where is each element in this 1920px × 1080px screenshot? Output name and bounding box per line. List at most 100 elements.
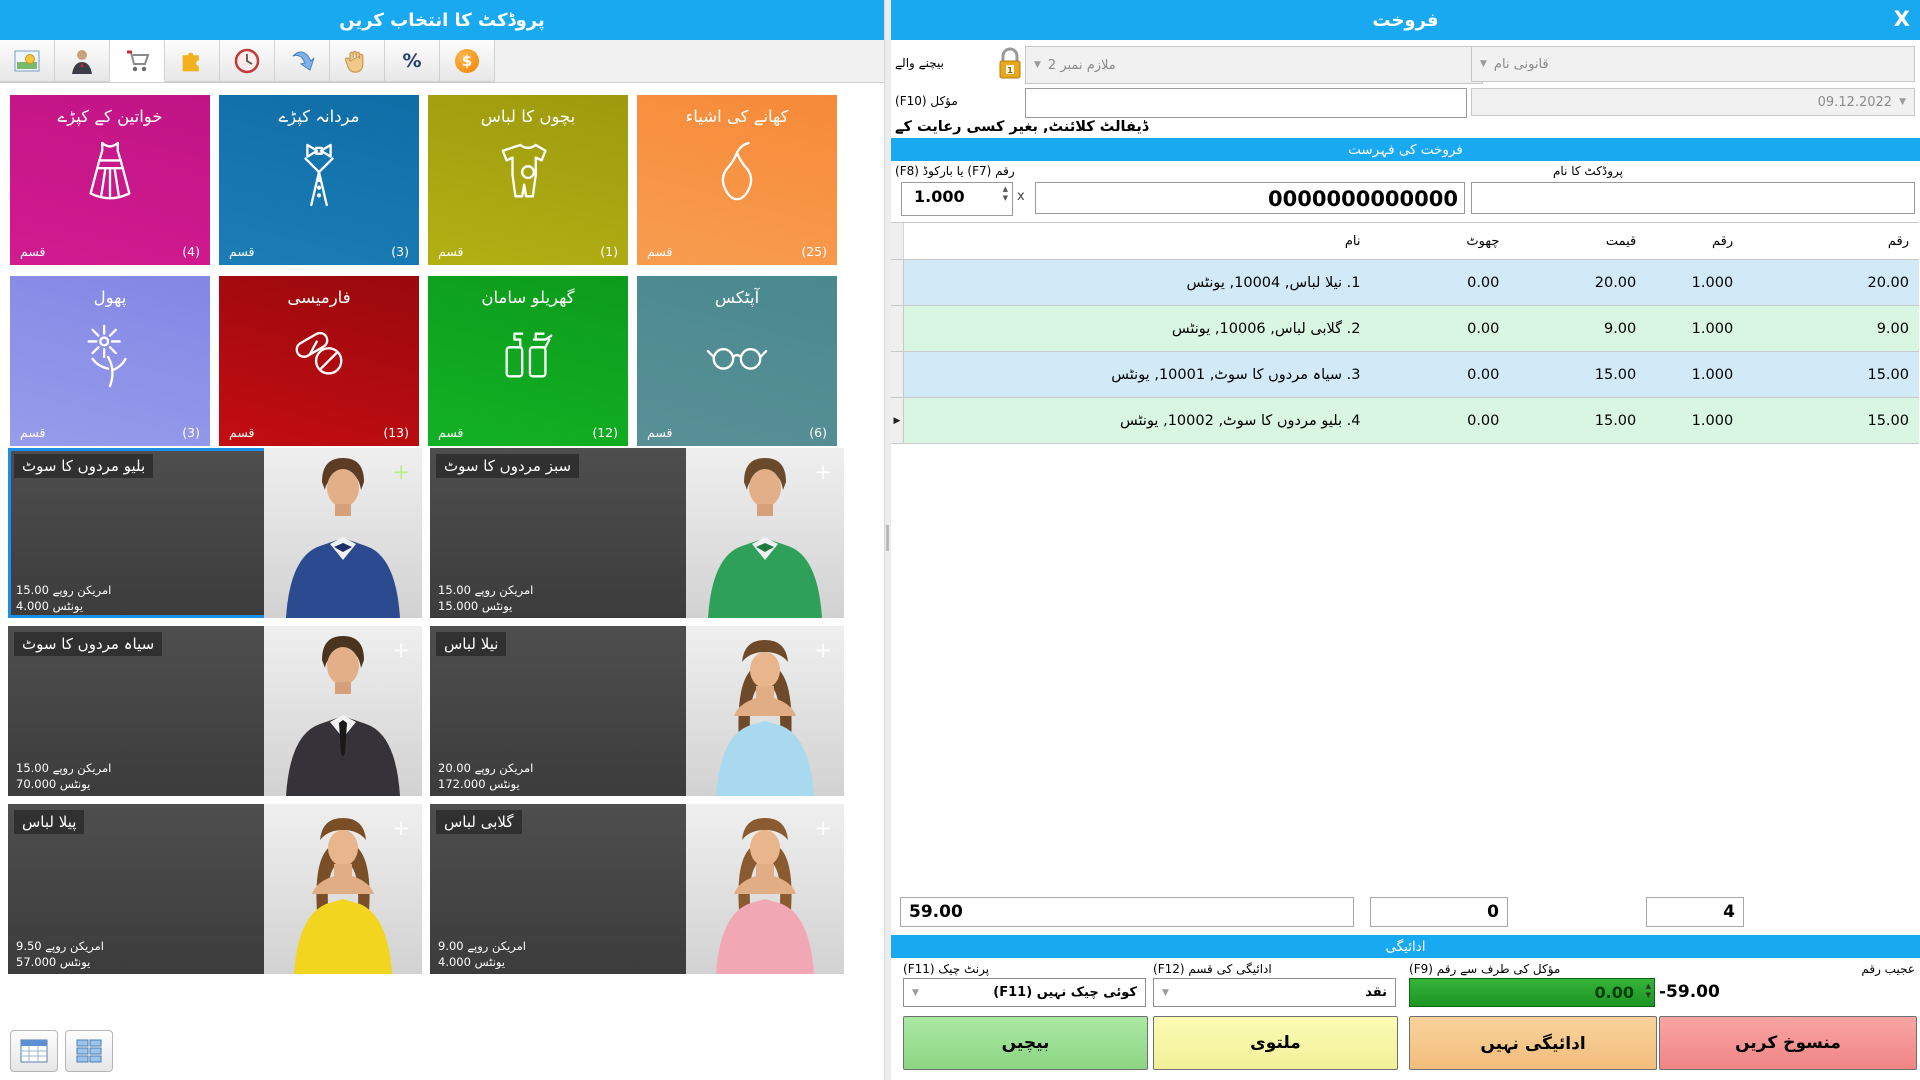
spinner-up-icon[interactable]: ▲	[1003, 186, 1008, 193]
customer-amount-input[interactable]: 0.00 ▲ ▼	[1409, 978, 1655, 1007]
category-tile-womens-clothes[interactable]: خواتین کے کپڑے قسم (4)	[10, 95, 210, 265]
product-tile-green-mens-suit[interactable]: سبز مردوں کا سوٹ + امریکن روپے 15.00 یون…	[430, 448, 844, 618]
cell-qty: 1.000	[1691, 412, 1734, 429]
left-toolbar: % $	[0, 40, 884, 83]
add-product-icon[interactable]: +	[392, 462, 410, 483]
category-tile-flowers[interactable]: پھول قسم (3)	[10, 276, 210, 446]
date-value: 09.12.2022	[1817, 94, 1893, 110]
category-title: مردانہ کپڑے	[278, 107, 360, 126]
add-product-icon[interactable]: +	[392, 640, 410, 661]
dress-icon	[79, 139, 141, 215]
returns-tab-button[interactable]	[275, 40, 330, 82]
quantity-stepper[interactable]: 1.000 ▲ ▼	[901, 182, 1013, 216]
table-row[interactable]: 1. نیلا لباس, 10004, یونٹس 0.00 20.00 1.…	[891, 260, 1919, 306]
payment-type-combo[interactable]: ▼ نقد	[1153, 978, 1396, 1007]
client-input[interactable]	[1025, 88, 1467, 118]
time-tab-button[interactable]	[220, 40, 275, 82]
hand-icon	[345, 50, 364, 73]
product-name-input[interactable]	[1471, 182, 1915, 214]
product-name-label: پروڈکٹ کا نام	[1553, 164, 1624, 178]
product-selection-panel: پروڈکٹ کا انتخاب کریں % $ خواتین کے کپڑے…	[0, 0, 884, 1080]
total-quantity: 4	[1723, 902, 1735, 922]
current-row-marker: ▶	[891, 398, 904, 443]
cell-qty: 1.000	[1691, 274, 1734, 291]
category-count: (3)	[182, 425, 200, 440]
spinner-up-icon[interactable]: ▲	[1646, 983, 1651, 990]
cell-price: 20.00	[1594, 274, 1637, 291]
pear-icon	[706, 139, 768, 215]
no-payment-button[interactable]: ادائیگی نہیں	[1409, 1016, 1657, 1070]
category-tile-pharmacy[interactable]: فارمیسی قسم (13)	[219, 276, 419, 446]
seller-combo[interactable]: ملازم نمبر 2 ▼	[1025, 46, 1483, 84]
cleaning-supplies-icon	[497, 320, 559, 396]
category-tile-optics[interactable]: آپٹکس قسم (6)	[637, 276, 837, 446]
product-tile-black-mens-suit[interactable]: سیاہ مردوں کا سوٹ + امریکن روپے 15.00 یو…	[8, 626, 422, 796]
legal-name-combo[interactable]: قانونی نام ▼	[1471, 46, 1915, 82]
category-title: فارمیسی	[287, 288, 351, 307]
product-title: بلیو مردوں کا سوٹ	[14, 454, 154, 478]
category-count: (4)	[182, 244, 200, 259]
sell-button[interactable]: بیچیں	[903, 1016, 1148, 1070]
add-product-icon[interactable]: +	[814, 462, 832, 483]
product-tile-blue-dress[interactable]: نیلا لباس + امریکن روپے 20.00 یونٹس 172.…	[430, 626, 844, 796]
customers-tab-button[interactable]	[55, 40, 110, 82]
payment-type-value: نقد	[1365, 985, 1387, 1000]
category-title: گھریلو سامان	[481, 288, 575, 307]
table-row[interactable]: 3. سیاہ مردوں کا سوٹ, 10001, یونٹس 0.00 …	[891, 352, 1919, 398]
chevron-down-icon: ▼	[1034, 60, 1041, 70]
chevron-down-icon: ▼	[912, 987, 919, 998]
add-product-icon[interactable]: +	[392, 818, 410, 839]
print-check-combo[interactable]: ▼ کوئی چیک نہیں (F11)	[903, 978, 1146, 1007]
cart-icon	[127, 50, 150, 71]
product-price: امریکن روپے 15.00	[16, 761, 112, 775]
cart-tab-button[interactable]	[110, 40, 165, 82]
add-product-icon[interactable]: +	[814, 818, 832, 839]
hold-tab-button[interactable]	[330, 40, 385, 82]
cell-name: 2. گلابی لباس, 10006, یونٹس	[1171, 320, 1361, 337]
column-header-qty[interactable]: رقم	[1646, 223, 1743, 259]
lock-button[interactable]: 1	[997, 46, 1023, 82]
product-tile-pink-dress[interactable]: گلابی لباس + امریکن روپے 9.00 یونٹس 4.00…	[430, 804, 844, 974]
close-icon[interactable]: X	[1894, 7, 1910, 31]
barcode-input[interactable]: 0000000000000	[1035, 182, 1465, 214]
table-row[interactable]: ▶ 4. بلیو مردوں کا سوٹ, 10002, یونٹس 0.0…	[891, 398, 1919, 444]
default-client-note: ڈیفالٹ کلائنٹ, بغیر کسی رعایت کے	[895, 119, 1149, 135]
date-field[interactable]: 09.12.2022 ▼	[1471, 88, 1915, 116]
plugins-tab-button[interactable]	[165, 40, 220, 82]
tile-view-button[interactable]	[65, 1030, 113, 1072]
spinner-down-icon[interactable]: ▼	[1003, 195, 1008, 202]
product-title: نیلا لباس	[436, 632, 507, 656]
spinner-down-icon[interactable]: ▼	[1646, 992, 1651, 999]
postpone-button[interactable]: ملتوی	[1153, 1016, 1398, 1070]
cancel-button[interactable]: منسوخ کریں	[1659, 1016, 1917, 1070]
category-tile-food-items[interactable]: کھانے کی اشیاء قسم (25)	[637, 95, 837, 265]
chevron-down-icon: ▼	[1480, 59, 1487, 69]
price-tab-button[interactable]: $	[440, 40, 495, 82]
legal-name-placeholder: قانونی نام	[1493, 56, 1549, 72]
cell-discount: 0.00	[1467, 366, 1500, 383]
total-discount: 0	[1487, 902, 1499, 922]
odd-amount-value: -59.00	[1659, 982, 1720, 1002]
payment-header: ادائیگی	[891, 935, 1920, 958]
column-header-discount[interactable]: چھوٹ	[1365, 223, 1510, 259]
category-tile-mens-clothes[interactable]: مردانہ کپڑے قسم (3)	[219, 95, 419, 265]
percent-icon: %	[402, 49, 422, 72]
add-product-icon[interactable]: +	[814, 640, 832, 661]
column-header-amount[interactable]: رقم	[1743, 223, 1919, 259]
discount-tab-button[interactable]: %	[385, 40, 440, 82]
product-tile-blue-mens-suit[interactable]: بلیو مردوں کا سوٹ + امریکن روپے 15.00 یو…	[8, 448, 422, 618]
category-tile-kids-clothes[interactable]: بچوں کا لباس قسم (1)	[428, 95, 628, 265]
category-tile-household[interactable]: گھریلو سامان قسم (12)	[428, 276, 628, 446]
print-check-label: پرنٹ چیک (F11)	[903, 962, 990, 976]
quantity-value: 1.000	[914, 187, 965, 206]
product-stock: یونٹس 4.000	[16, 599, 84, 613]
column-header-price[interactable]: قیمت	[1509, 223, 1646, 259]
column-header-name[interactable]: نام	[904, 223, 1365, 259]
table-row[interactable]: 2. گلابی لباس, 10006, یونٹس 0.00 9.00 1.…	[891, 306, 1919, 352]
product-tile-yellow-dress[interactable]: پیلا لباس + امریکن روپے 9.50 یونٹس 57.00…	[8, 804, 422, 974]
table-view-button[interactable]	[10, 1030, 58, 1072]
customer-amount-value: 0.00	[1594, 983, 1634, 1002]
product-title: سیاہ مردوں کا سوٹ	[14, 632, 163, 656]
pills-icon	[288, 320, 350, 396]
pictures-tab-button[interactable]	[0, 40, 55, 82]
